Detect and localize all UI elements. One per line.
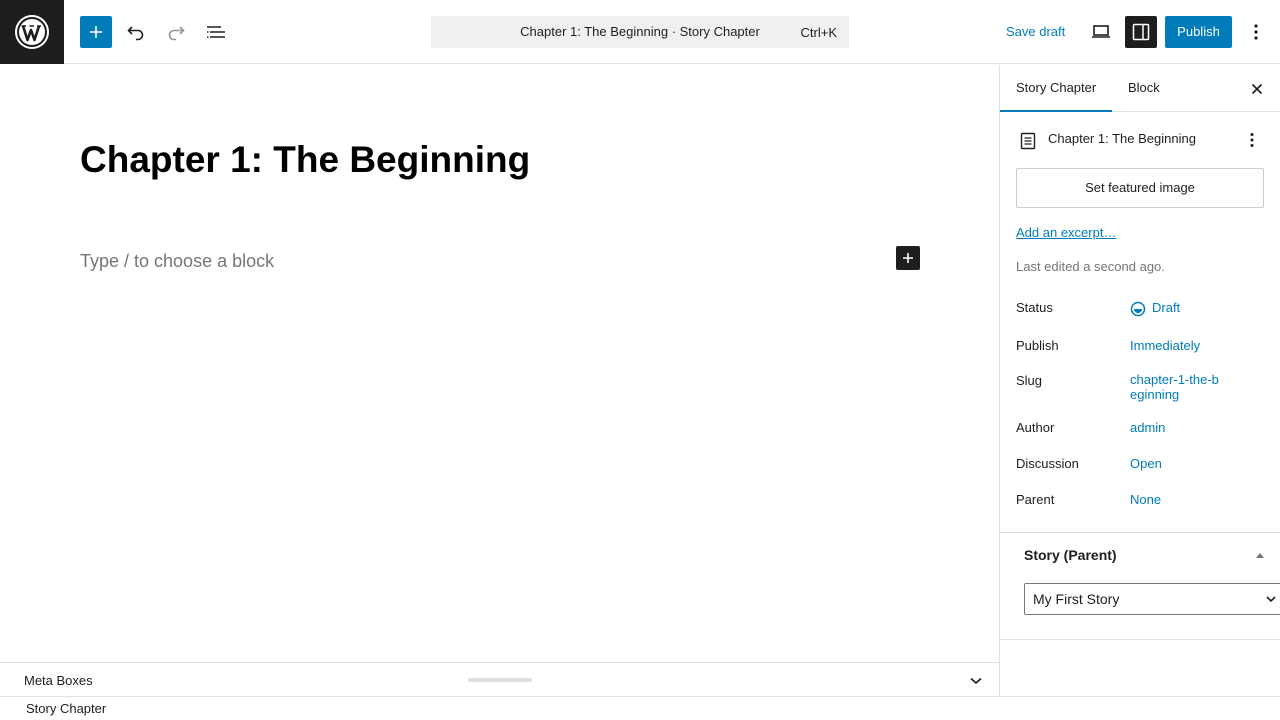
default-block-appender[interactable]: Type / to choose a block	[80, 251, 274, 272]
post-card: Chapter 1: The Beginning	[1016, 128, 1266, 152]
list-view-icon	[207, 26, 225, 38]
close-icon	[1251, 83, 1263, 95]
plus-icon	[90, 26, 102, 38]
sidebar-tabs: Story Chapter Block	[1000, 65, 1280, 112]
author-toggle[interactable]: admin	[1130, 420, 1250, 435]
story-parent-select[interactable]: My First Story	[1024, 583, 1280, 615]
chevron-down-icon	[1266, 596, 1276, 603]
redo-button[interactable]	[160, 16, 192, 48]
publish-button[interactable]: Publish	[1165, 16, 1232, 48]
status-value: Draft	[1152, 300, 1181, 315]
sidebar-icon	[1132, 23, 1150, 41]
inline-block-inserter-button[interactable]	[896, 246, 920, 270]
last-edited-text: Last edited a second ago.	[1016, 259, 1165, 274]
meta-boxes-resize-handle[interactable]	[468, 678, 532, 682]
meta-boxes-toggle[interactable]	[966, 671, 986, 691]
settings-toggle-button[interactable]	[1125, 16, 1157, 48]
discussion-toggle[interactable]: Open	[1130, 456, 1250, 471]
desktop-icon	[1092, 25, 1110, 38]
tab-block[interactable]: Block	[1112, 65, 1176, 112]
status-label: Status	[1016, 300, 1053, 315]
story-parent-panel: Story (Parent) My First Story	[1000, 532, 1280, 640]
editor-footer: Story Chapter	[0, 696, 1280, 720]
tab-story-chapter[interactable]: Story Chapter	[1000, 65, 1113, 112]
post-title[interactable]: Chapter 1: The Beginning	[80, 139, 530, 181]
close-settings-button[interactable]	[1245, 77, 1269, 101]
editor-canvas: Chapter 1: The Beginning Type / to choos…	[0, 65, 999, 662]
plus-icon	[903, 253, 913, 263]
slug-toggle[interactable]: chapter-1-the-beginning	[1130, 372, 1226, 402]
editor-header: Chapter 1: The Beginning · Story Chapter…	[0, 0, 1280, 64]
block-breadcrumb[interactable]: Story Chapter	[26, 701, 106, 716]
save-draft-button[interactable]: Save draft	[998, 16, 1073, 48]
post-icon	[1016, 129, 1040, 153]
document-overview-button[interactable]	[200, 16, 232, 48]
meta-boxes-bar: Meta Boxes	[0, 662, 999, 696]
command-palette-bar[interactable]: Chapter 1: The Beginning · Story Chapter…	[431, 16, 849, 48]
set-featured-image-button[interactable]: Set featured image	[1016, 168, 1264, 208]
chevron-down-icon	[970, 677, 982, 685]
meta-boxes-label: Meta Boxes	[24, 673, 93, 688]
options-button[interactable]	[1240, 16, 1272, 48]
parent-label: Parent	[1016, 492, 1055, 507]
settings-sidebar: Story Chapter Block Chapter 1: The Begin…	[999, 65, 1280, 696]
add-excerpt-link[interactable]: Add an excerpt…	[1016, 225, 1116, 240]
discussion-label: Discussion	[1016, 456, 1079, 471]
preview-button[interactable]	[1085, 16, 1117, 48]
story-parent-panel-title[interactable]: Story (Parent)	[1024, 547, 1117, 563]
publish-date-toggle[interactable]: Immediately	[1130, 338, 1250, 353]
parent-toggle[interactable]: None	[1130, 492, 1250, 507]
keyboard-shortcut: Ctrl+K	[800, 25, 837, 40]
undo-icon	[127, 26, 144, 41]
more-vertical-icon	[1254, 24, 1258, 40]
story-parent-selected: My First Story	[1033, 591, 1120, 607]
post-card-title: Chapter 1: The Beginning	[1048, 131, 1196, 146]
publish-label: Publish	[1016, 338, 1059, 353]
redo-icon	[168, 26, 185, 41]
more-vertical-icon	[1250, 133, 1254, 147]
caret-up-icon	[1256, 553, 1264, 558]
slug-label: Slug	[1016, 373, 1043, 388]
wordpress-logo-icon[interactable]	[0, 0, 64, 64]
block-inserter-button[interactable]	[80, 16, 112, 48]
author-label: Author	[1016, 420, 1055, 435]
draft-status-icon	[1130, 301, 1146, 316]
document-title: Chapter 1: The Beginning · Story Chapter	[520, 24, 760, 39]
post-actions-button[interactable]	[1240, 128, 1264, 152]
panel-toggle-button[interactable]	[1254, 549, 1266, 561]
status-toggle[interactable]: Draft	[1130, 300, 1250, 317]
undo-button[interactable]	[120, 16, 152, 48]
